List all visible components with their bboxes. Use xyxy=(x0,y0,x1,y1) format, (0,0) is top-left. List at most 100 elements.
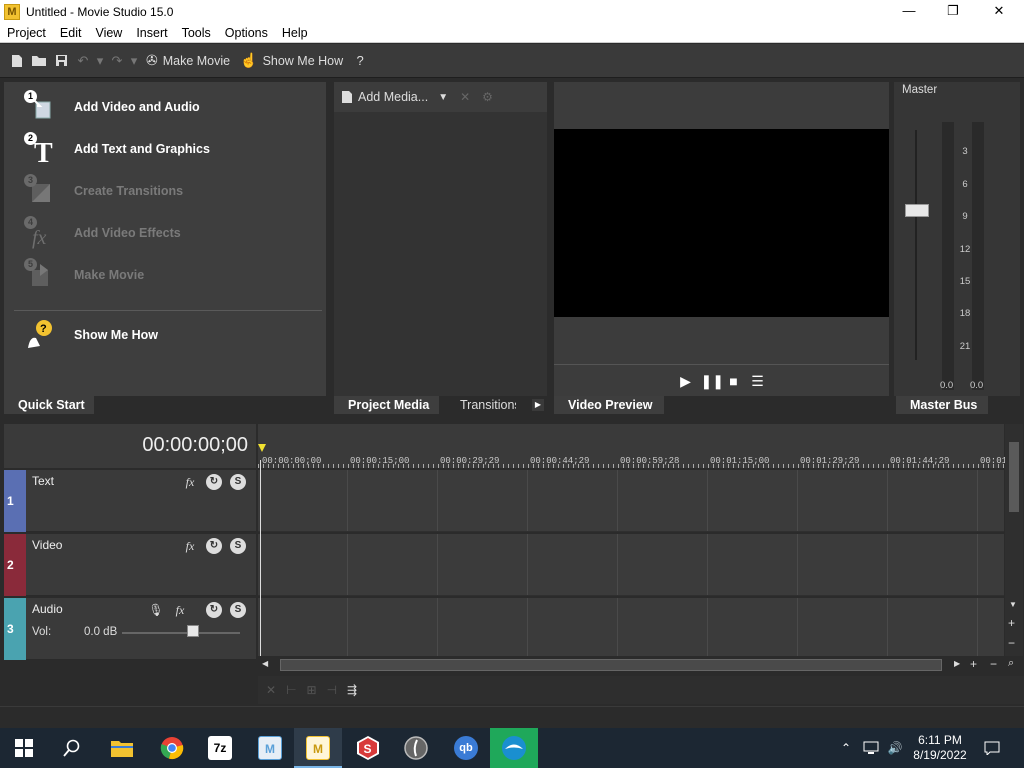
h-zoom-in-icon[interactable]: + xyxy=(970,657,977,671)
tab-master-bus[interactable]: Master Bus xyxy=(896,396,988,414)
new-file-icon[interactable] xyxy=(6,50,28,72)
taskbar-qbittorrent[interactable]: qb xyxy=(442,728,490,768)
timeline-header: 00:00:00;00 xyxy=(4,424,256,468)
timeline-ruler[interactable]: 00:00:00;00 00:00:15;00 00:00:29;29 00:0… xyxy=(258,424,1007,468)
track-header-audio[interactable]: 3 Audio 🎙 fx ↻ S Vol: 0.0 dB xyxy=(4,598,256,660)
menu-tools[interactable]: Tools xyxy=(175,26,218,40)
menu-options[interactable]: Options xyxy=(218,26,275,40)
step-number: 2 xyxy=(24,132,37,145)
left-peak-value: 0.0 xyxy=(940,380,954,391)
menu-edit[interactable]: Edit xyxy=(53,26,89,40)
tab-scroll-right-icon[interactable]: ▶ xyxy=(532,399,544,411)
taskbar-movie-studio[interactable]: M xyxy=(294,728,342,768)
redo-icon[interactable]: ↷ xyxy=(106,50,128,72)
add-media-button[interactable]: Add Media... ▼ xyxy=(340,90,448,104)
track-name: Text xyxy=(32,474,55,488)
volume-icon[interactable]: 🔊 xyxy=(884,728,906,768)
save-icon[interactable] xyxy=(50,50,72,72)
timeline-horizontal-scrollbar[interactable]: ◀ ▶ + − ⌕ xyxy=(258,656,1024,674)
gear-icon[interactable]: ⚙ xyxy=(482,90,493,104)
qs-label: Add Video Effects xyxy=(74,226,181,240)
vscroll-thumb[interactable] xyxy=(1009,442,1019,512)
tray-chevron-icon[interactable]: ⌃ xyxy=(836,728,856,768)
scroll-left-icon[interactable]: ◀ xyxy=(262,659,268,668)
notification-icon[interactable] xyxy=(980,728,1004,768)
track-solo-icon[interactable]: S xyxy=(230,602,246,618)
qs-add-text-graphics[interactable]: 2 T Add Text and Graphics xyxy=(4,132,326,169)
track-automation-icon[interactable]: ↻ xyxy=(206,474,222,490)
track-header-text[interactable]: 1 Text fx ↻ S xyxy=(4,470,256,532)
hscroll-thumb[interactable] xyxy=(280,659,942,671)
network-icon[interactable] xyxy=(860,728,882,768)
transition-icon: 3 xyxy=(22,174,58,208)
taskbar-edge-like[interactable] xyxy=(490,728,538,768)
menu-help[interactable]: Help xyxy=(275,26,315,40)
start-button[interactable] xyxy=(0,728,48,768)
pause-icon[interactable]: ❚❚ xyxy=(701,372,724,390)
taskbar-chrome[interactable] xyxy=(148,728,196,768)
make-movie-button[interactable]: ✇ Make Movie xyxy=(146,52,230,69)
menu-insert[interactable]: Insert xyxy=(129,26,174,40)
taskbar-file-explorer[interactable] xyxy=(98,728,146,768)
step-number: 5 xyxy=(24,258,37,271)
play-icon[interactable]: ▶ xyxy=(677,372,695,390)
zoom-fit-icon[interactable]: ⌕ xyxy=(1008,657,1014,670)
track-lane-video[interactable] xyxy=(258,534,1004,596)
context-help-icon[interactable]: ? xyxy=(349,50,371,72)
track-fx-icon[interactable]: fx xyxy=(182,474,198,490)
taskbar-7zip[interactable]: 7z xyxy=(196,728,244,768)
show-me-how-button[interactable]: ☝ Show Me How xyxy=(240,52,343,69)
zoom-out-icon[interactable]: − xyxy=(1008,636,1020,650)
track-lane-audio[interactable] xyxy=(258,598,1004,660)
qs-show-me-how[interactable]: ? Show Me How xyxy=(4,318,326,352)
redo-dropdown-icon[interactable]: ▾ xyxy=(128,50,140,72)
track-name: Video xyxy=(32,538,63,552)
track-solo-icon[interactable]: S xyxy=(230,538,246,554)
tab-quick-start[interactable]: Quick Start xyxy=(4,396,94,414)
stop-icon[interactable]: ■ xyxy=(725,372,743,390)
track-automation-icon[interactable]: ↻ xyxy=(206,602,222,618)
menu-view[interactable]: View xyxy=(88,26,129,40)
tab-transitions[interactable]: Transitions xyxy=(454,396,516,414)
volume-slider-knob[interactable] xyxy=(187,625,199,637)
zoom-in-icon[interactable]: + xyxy=(1008,616,1020,630)
qs-add-video-audio[interactable]: 1 Add Video and Audio xyxy=(4,90,326,124)
volume-slider[interactable] xyxy=(122,632,240,634)
h-zoom-out-icon[interactable]: − xyxy=(990,657,997,671)
master-fader-track[interactable] xyxy=(915,130,917,360)
master-fader-knob[interactable] xyxy=(905,204,929,217)
restore-button[interactable]: ❐ xyxy=(930,0,976,23)
remove-icon[interactable]: ✕ xyxy=(460,90,470,104)
quick-start-panel: 1 Add Video and Audio 2 T Add Text and G… xyxy=(4,82,326,396)
taskbar-movie-app[interactable]: M xyxy=(246,728,294,768)
clock[interactable]: 6:11 PM 8/19/2022 xyxy=(906,733,974,763)
close-button[interactable]: ✕ xyxy=(976,0,1022,23)
undo-dropdown-icon[interactable]: ▾ xyxy=(94,50,106,72)
minimize-button[interactable]: — xyxy=(886,0,932,23)
tab-video-preview[interactable]: Video Preview xyxy=(554,396,664,414)
timeline-vertical-scrollbar[interactable]: ▼ + − xyxy=(1005,424,1023,656)
menu-project[interactable]: Project xyxy=(0,26,53,40)
track-fx-icon[interactable]: fx xyxy=(182,538,198,554)
chevron-down-icon[interactable]: ▼ xyxy=(438,92,448,103)
track-automation-icon[interactable]: ↻ xyxy=(206,538,222,554)
playhead-line[interactable] xyxy=(260,460,261,656)
taskbar-circle-app[interactable] xyxy=(392,728,440,768)
master-title: Master xyxy=(902,84,938,96)
search-button[interactable] xyxy=(48,728,96,768)
track-fx-icon[interactable]: fx xyxy=(172,602,188,618)
taskbar-s-app[interactable]: S xyxy=(344,728,392,768)
menu-icon[interactable]: ☰ xyxy=(749,372,767,390)
svg-text:S: S xyxy=(364,742,372,756)
open-folder-icon[interactable] xyxy=(28,50,50,72)
track-solo-icon[interactable]: S xyxy=(230,474,246,490)
scroll-right-icon[interactable]: ▶ xyxy=(954,659,960,668)
snap-icon[interactable]: ⇶ xyxy=(347,683,357,697)
track-lane-text[interactable] xyxy=(258,470,1004,532)
scroll-down-icon[interactable]: ▼ xyxy=(1009,600,1019,609)
meter-scale-label: 12 xyxy=(959,244,971,255)
track-header-video[interactable]: 2 Video fx ↻ S xyxy=(4,534,256,596)
undo-icon[interactable]: ↶ xyxy=(72,50,94,72)
tab-project-media[interactable]: Project Media xyxy=(334,396,439,414)
microphone-icon[interactable]: 🎙 xyxy=(148,602,164,618)
